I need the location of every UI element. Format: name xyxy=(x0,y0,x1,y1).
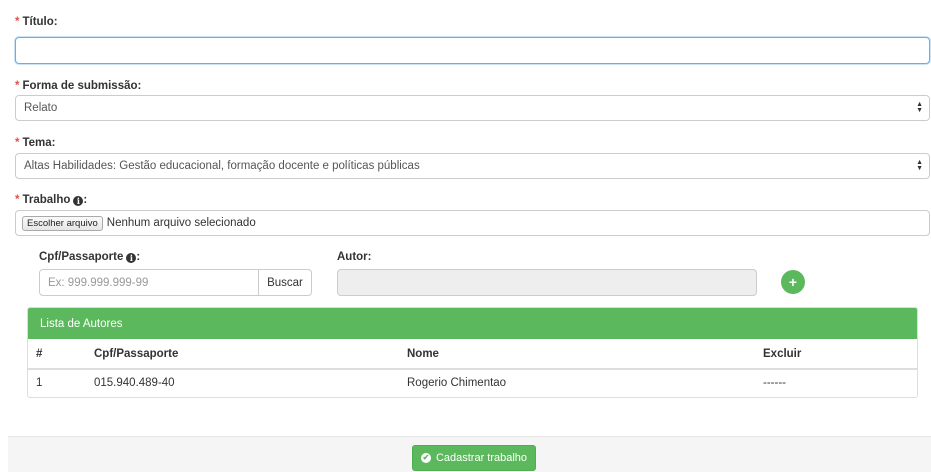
check-circle-icon: ✔ xyxy=(420,453,431,463)
cpf-input[interactable]: Ex: 999.999.999-99 xyxy=(39,269,259,296)
table-header-row: # Cpf/Passaporte Nome Excluir xyxy=(28,339,917,370)
row-cpf: 015.940.489-40 xyxy=(94,377,175,389)
authors-table: # Cpf/Passaporte Nome Excluir 1 015.940.… xyxy=(28,339,917,396)
trabalho-file-input[interactable]: Escolher arquivo Nenhum arquivo selecion… xyxy=(15,210,930,236)
autor-label: Autor: xyxy=(337,251,372,263)
required-mark: * xyxy=(15,80,20,92)
trabalho-label: * Trabalho i: xyxy=(15,194,88,206)
authors-panel: Lista de Autores # Cpf/Passaporte Nome E… xyxy=(27,307,918,398)
info-circle-icon: i xyxy=(126,253,137,263)
required-mark: * xyxy=(15,194,20,206)
column-header: Nome xyxy=(399,339,755,370)
forma-selected-value: Relato xyxy=(24,102,58,114)
required-mark: * xyxy=(15,16,20,28)
info-circle-icon: i xyxy=(73,196,84,206)
cpf-label: Cpf/Passaporte i: xyxy=(39,251,141,263)
buscar-button[interactable]: Buscar xyxy=(258,269,312,296)
submit-button[interactable]: ✔ Cadastrar trabalho xyxy=(412,445,536,471)
column-header: # xyxy=(28,339,86,370)
plus-circle-icon: + xyxy=(788,274,798,290)
titulo-label: * Título: xyxy=(15,16,58,28)
panel-title: Lista de Autores xyxy=(28,308,917,339)
row-nome: Rogerio Chimentao xyxy=(407,377,507,389)
forma-select[interactable]: Relato ▲ ▼ xyxy=(15,95,930,121)
cpf-placeholder: Ex: 999.999.999-99 xyxy=(48,276,149,289)
table-row: 1 015.940.489-40 Rogerio Chimentao -----… xyxy=(28,369,917,396)
select-arrows-icon: ▲ ▼ xyxy=(916,101,923,114)
choose-file-button[interactable]: Escolher arquivo xyxy=(22,215,103,231)
required-mark: * xyxy=(15,137,20,149)
column-header: Cpf/Passaporte xyxy=(86,339,399,370)
autor-field xyxy=(337,269,757,296)
add-author-button[interactable]: + xyxy=(781,270,805,294)
forma-label: * Forma de submissão: xyxy=(15,80,142,92)
row-excluir[interactable]: ------ xyxy=(755,369,917,396)
tema-select[interactable]: Altas Habilidades: Gestão educacional, f… xyxy=(15,153,930,179)
submit-label: Cadastrar trabalho xyxy=(435,452,528,464)
file-status-text: Nenhum arquivo selecionado xyxy=(106,217,256,229)
column-header: Excluir xyxy=(755,339,917,370)
tema-selected-value: Altas Habilidades: Gestão educacional, f… xyxy=(24,160,420,172)
tema-label: * Tema: xyxy=(15,137,56,149)
select-arrows-icon: ▲ ▼ xyxy=(916,159,923,172)
row-index: 1 xyxy=(36,377,43,389)
titulo-input[interactable] xyxy=(15,37,930,64)
